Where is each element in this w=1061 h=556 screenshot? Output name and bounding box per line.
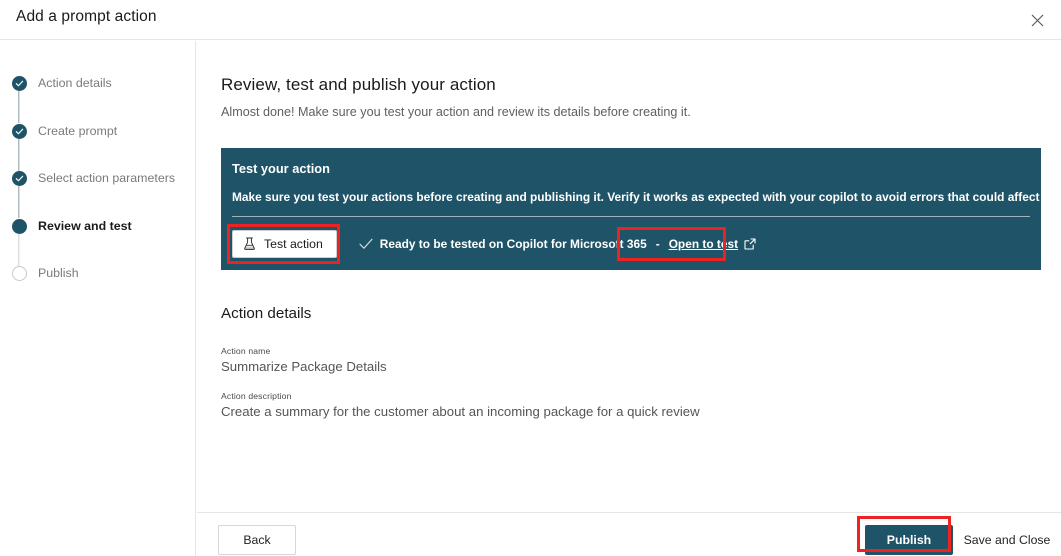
- beaker-glyph: [243, 237, 256, 251]
- test-panel-title: Test your action: [232, 161, 330, 176]
- close-glyph: [1031, 14, 1044, 27]
- step-marker: [10, 218, 28, 234]
- step-status-pending-icon: [12, 266, 27, 281]
- checkmark-icon: [15, 79, 24, 88]
- panel-divider: [232, 216, 1030, 217]
- step-status-completed-icon: [12, 124, 27, 139]
- content-subheading: Almost done! Make sure you test your act…: [221, 105, 691, 119]
- action-description-value: Create a summary for the customer about …: [221, 404, 700, 419]
- action-details-heading: Action details: [221, 305, 311, 322]
- test-panel-action-row: Test action Ready to be tested on Copilo…: [232, 230, 756, 258]
- test-action-button[interactable]: Test action: [232, 230, 337, 258]
- test-your-action-panel: Test your action Make sure you test your…: [221, 148, 1041, 270]
- close-icon[interactable]: [1021, 4, 1053, 36]
- step-status-active-icon: [12, 219, 27, 234]
- wizard-sidebar: Action details Create prompt: [0, 41, 196, 556]
- add-prompt-action-dialog: Add a prompt action Action details: [0, 0, 1061, 556]
- back-button[interactable]: Back: [218, 525, 296, 555]
- sidebar-step-label: Publish: [38, 265, 79, 281]
- step-status-completed-icon: [12, 76, 27, 91]
- step-connector: [18, 234, 19, 266]
- sidebar-step-select-action-parameters[interactable]: Select action parameters: [10, 170, 196, 218]
- step-connector: [18, 186, 19, 218]
- test-status-text: Ready to be tested on Copilot for Micros…: [380, 237, 647, 251]
- external-link-glyph: [744, 238, 756, 250]
- sidebar-step-label: Create prompt: [38, 123, 117, 139]
- beaker-icon: [243, 237, 256, 251]
- test-panel-description: Make sure you test your actions before c…: [232, 190, 1061, 204]
- checkmark-icon: [359, 238, 373, 250]
- step-connector: [18, 91, 19, 123]
- sidebar-step-label: Select action parameters: [38, 170, 175, 186]
- step-connector: [18, 139, 19, 171]
- publish-button[interactable]: Publish: [865, 525, 953, 555]
- sidebar-step-label: Review and test: [38, 218, 132, 234]
- checkmark-icon: [15, 174, 24, 183]
- checkmark-icon: [15, 127, 24, 136]
- action-description-label: Action description: [221, 391, 700, 401]
- save-and-close-button[interactable]: Save and Close: [957, 525, 1057, 555]
- sidebar-step-create-prompt[interactable]: Create prompt: [10, 123, 196, 171]
- checkmark-glyph: [359, 238, 373, 250]
- step-status-completed-icon: [12, 171, 27, 186]
- sidebar-step-label: Action details: [38, 75, 112, 91]
- action-name-value: Summarize Package Details: [221, 359, 387, 374]
- main-content: Review, test and publish your action Alm…: [197, 41, 1061, 511]
- test-action-button-label: Test action: [264, 237, 323, 251]
- open-to-test-label: Open to test: [669, 237, 738, 251]
- wizard-steps: Action details Create prompt: [10, 75, 196, 313]
- dialog-header: Add a prompt action: [0, 0, 1061, 40]
- step-marker: [10, 265, 28, 281]
- action-description-field: Action description Create a summary for …: [221, 391, 700, 419]
- external-link-icon: [744, 238, 756, 250]
- dialog-footer: Back Publish Save and Close: [197, 512, 1061, 556]
- test-status-group: Ready to be tested on Copilot for Micros…: [359, 237, 756, 251]
- content-heading: Review, test and publish your action: [221, 75, 496, 95]
- step-marker: [10, 123, 28, 139]
- action-name-field: Action name Summarize Package Details: [221, 346, 387, 374]
- status-separator: -: [656, 237, 660, 251]
- step-marker: [10, 75, 28, 91]
- sidebar-step-publish[interactable]: Publish: [10, 265, 196, 313]
- action-name-label: Action name: [221, 346, 387, 356]
- sidebar-step-action-details[interactable]: Action details: [10, 75, 196, 123]
- step-marker: [10, 170, 28, 186]
- page-title: Add a prompt action: [16, 8, 157, 26]
- open-to-test-link[interactable]: Open to test: [669, 237, 756, 251]
- sidebar-step-review-and-test[interactable]: Review and test: [10, 218, 196, 266]
